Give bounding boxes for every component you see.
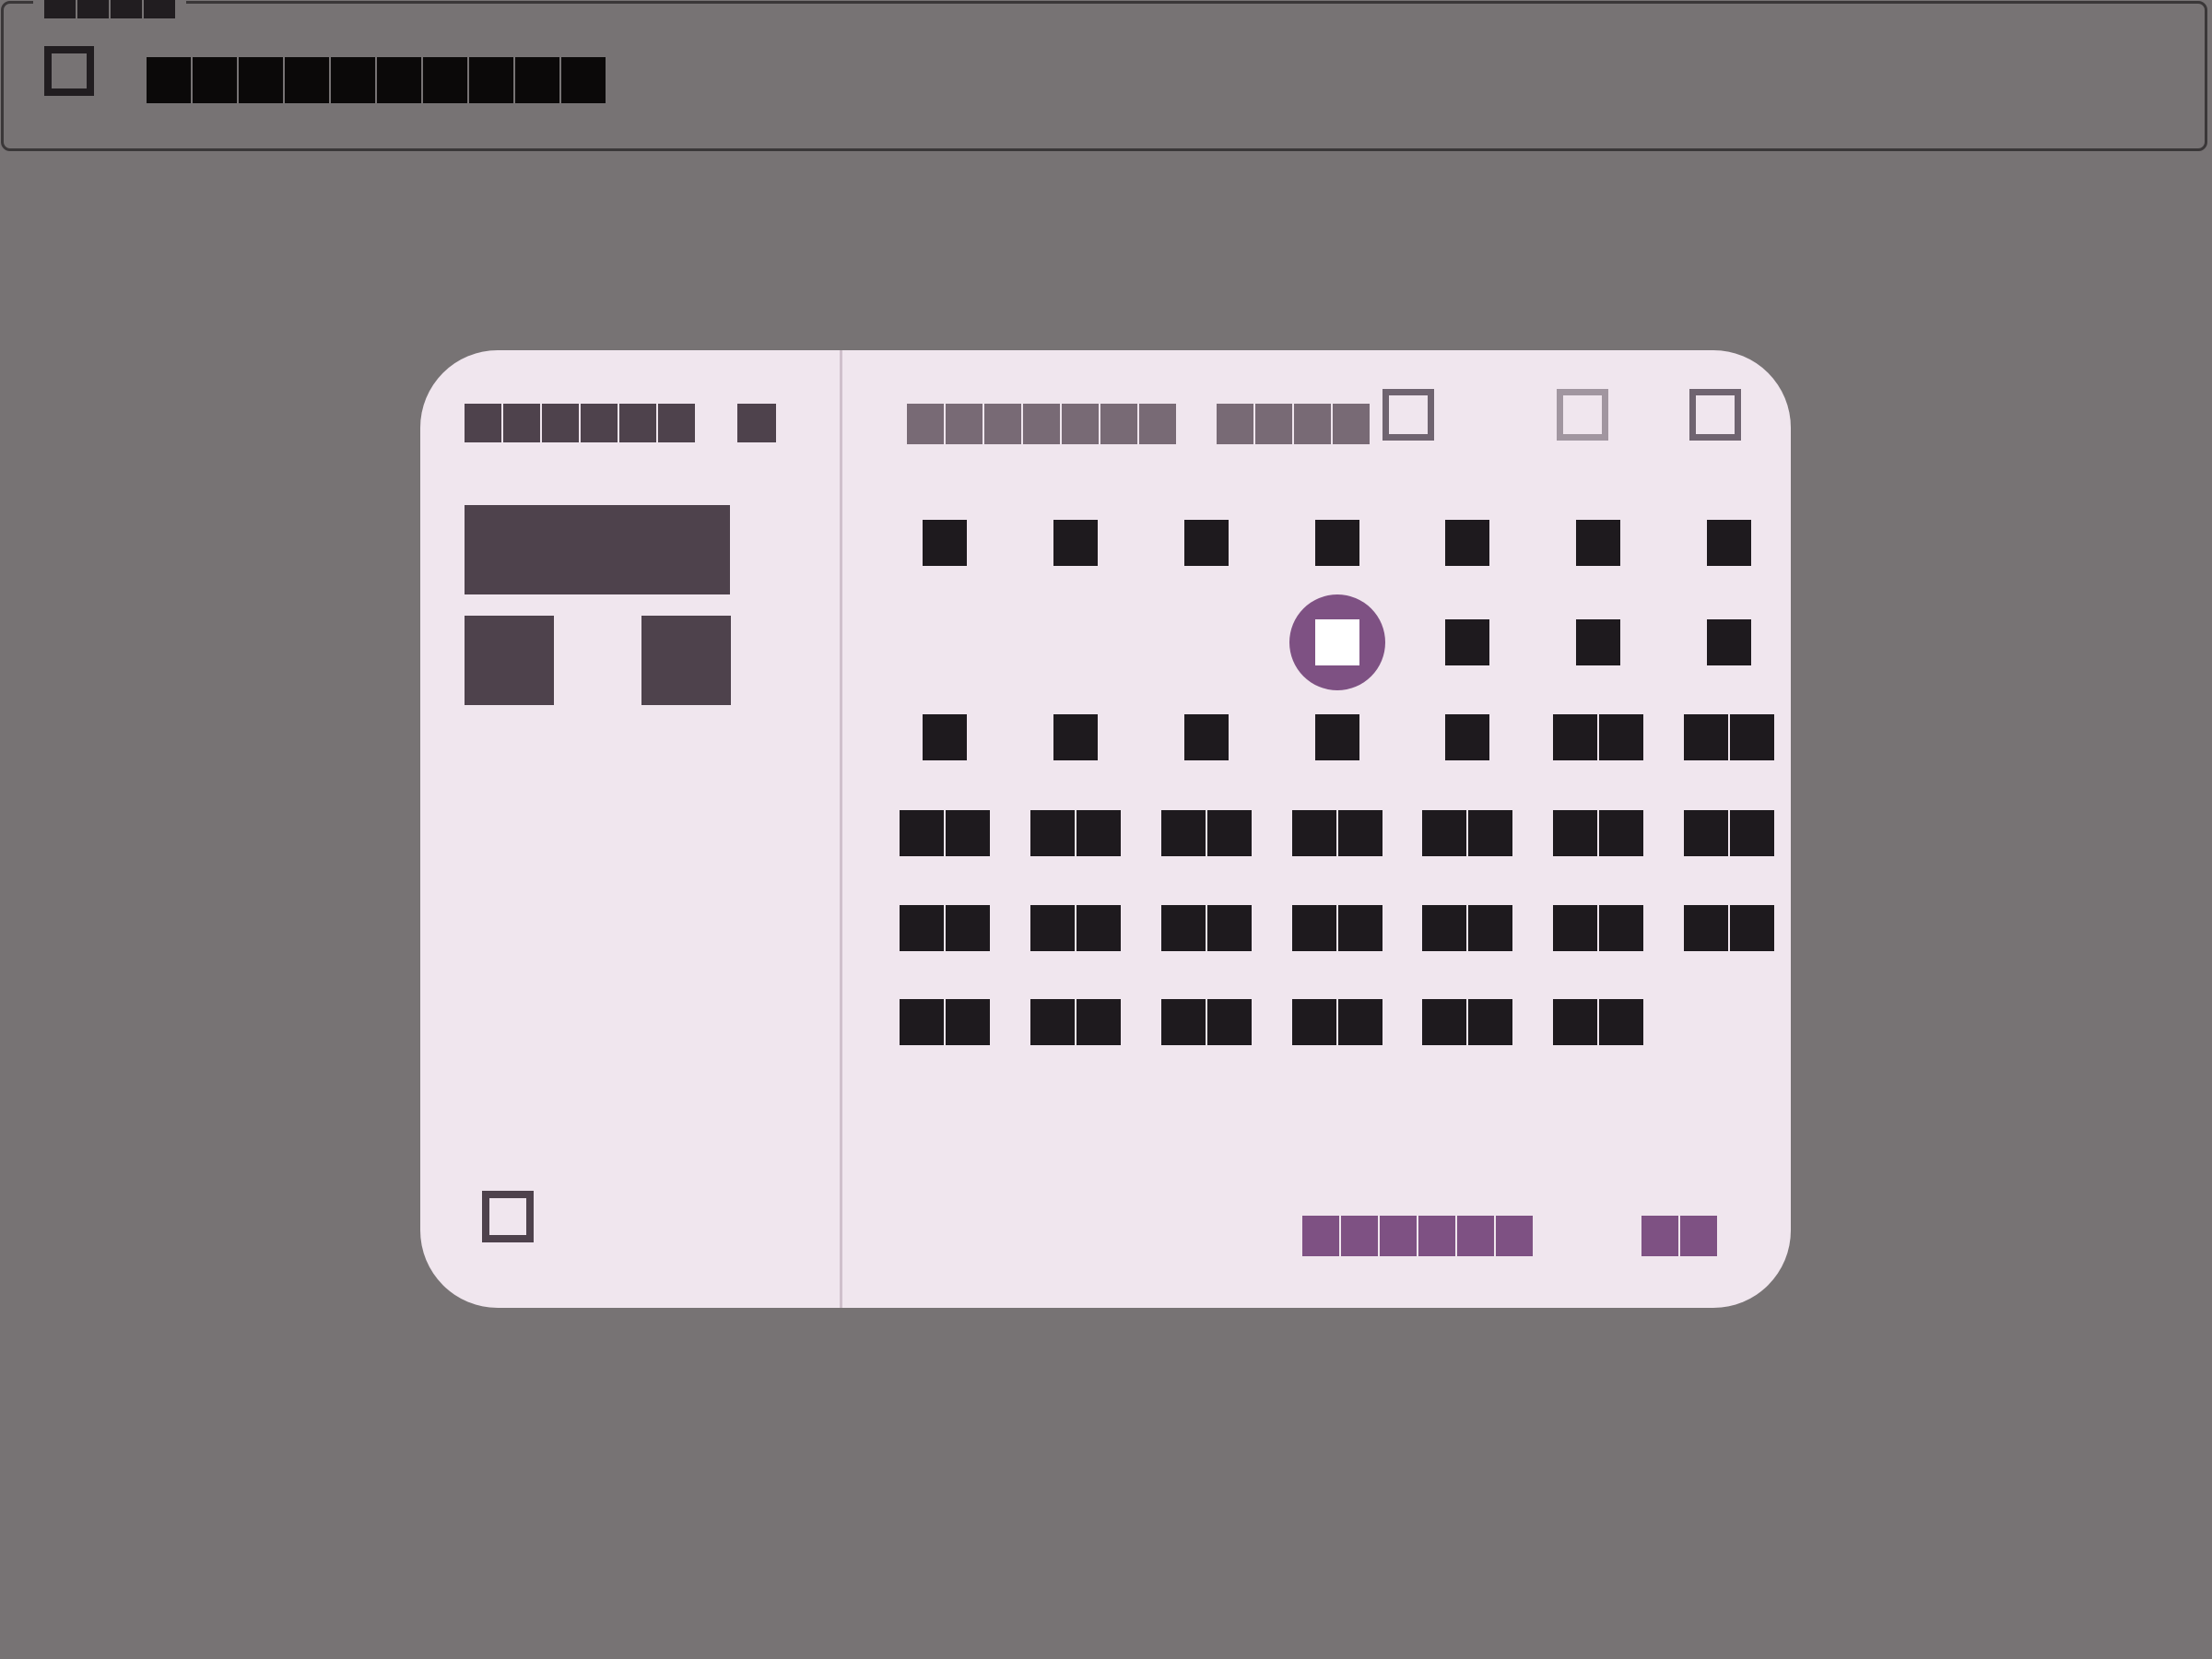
calendar-day[interactable]: ▯▯ [1684, 714, 1774, 760]
calendar-day[interactable]: ▯ [1445, 619, 1489, 665]
calendar-day[interactable]: ▯▯ [1422, 810, 1512, 856]
calendar-day[interactable]: ▯▯ [1422, 905, 1512, 951]
calendar-day[interactable]: ▯▯ [1684, 905, 1774, 951]
calendar-day[interactable]: ▯ [1315, 714, 1359, 760]
weekday-label: ▯ [1707, 520, 1751, 566]
chevron-left-icon[interactable] [1557, 389, 1608, 441]
chevron-right-icon[interactable] [1689, 389, 1741, 441]
calendar-day[interactable]: ▯ [1445, 714, 1489, 760]
date-picker-dialog: ▯▯▯▯▯▯ ▯ ▯▯▯▯▯▯▯ ▯▯▯▯ ▯▯▯▯▯▯ ▯▯ ▯▯▯▯▯▯▯▯… [420, 350, 1791, 1308]
ok-button[interactable]: ▯▯ [1641, 1216, 1717, 1256]
calendar-day[interactable]: ▯ [1707, 619, 1751, 665]
calendar-day[interactable]: ▯▯ [900, 999, 990, 1045]
calendar-day[interactable]: ▯▯ [1422, 999, 1512, 1045]
calendar-day[interactable]: ▯▯ [1684, 810, 1774, 856]
month-label[interactable]: ▯▯▯▯▯▯▯ [907, 404, 1176, 444]
weekday-label: ▯ [1445, 520, 1489, 566]
cancel-button[interactable]: ▯▯▯▯▯▯ [1302, 1216, 1533, 1256]
date-text-field[interactable]: ▯▯▯▯ ▯▯▯▯▯▯▯▯▯▯ [1, 0, 2207, 151]
calendar-day[interactable]: ▯ [1184, 714, 1229, 760]
weekday-label: ▯ [1053, 520, 1098, 566]
calendar-day-selected[interactable]: ▯ [1289, 594, 1385, 690]
date-field-legend: ▯▯▯▯ [33, 0, 186, 20]
calendar-day[interactable]: ▯ [1053, 714, 1098, 760]
calendar-day[interactable]: ▯ [1576, 619, 1620, 665]
selected-date-part-left [465, 616, 554, 705]
pane-divider [840, 350, 842, 1308]
weekday-label: ▯ [923, 520, 967, 566]
weekday-label: ▯ [1184, 520, 1229, 566]
calendar-day[interactable]: ▯▯ [1030, 999, 1121, 1045]
calendar-day[interactable]: ▯▯ [1161, 905, 1252, 951]
calendar-day[interactable]: ▯▯ [1030, 810, 1121, 856]
date-field-value-text: ▯▯▯▯▯▯▯▯▯▯ [147, 57, 606, 103]
calendar-day[interactable]: ▯▯ [1292, 810, 1382, 856]
calendar-day[interactable]: ▯▯ [900, 905, 990, 951]
calendar-day[interactable]: ▯▯ [1553, 714, 1643, 760]
calendar-day[interactable]: ▯▯ [1553, 810, 1643, 856]
date-field-value[interactable]: ▯▯▯▯▯▯▯▯▯▯ [147, 57, 606, 103]
calendar-icon[interactable] [44, 46, 94, 96]
calendar-day[interactable]: ▯▯ [1161, 810, 1252, 856]
calendar-day[interactable]: ▯▯ [1553, 999, 1643, 1045]
weekday-label: ▯ [1576, 520, 1620, 566]
selected-date-display [465, 505, 730, 594]
edit-pencil-icon[interactable] [482, 1191, 534, 1242]
calendar-day[interactable]: ▯▯ [1030, 905, 1121, 951]
weekday-label: ▯ [1315, 520, 1359, 566]
select-date-heading: ▯▯▯▯▯▯ [465, 404, 695, 442]
calendar-day[interactable]: ▯▯ [900, 810, 990, 856]
header-indicator: ▯ [737, 404, 776, 442]
calendar-day[interactable]: ▯ [923, 714, 967, 760]
selected-date-part-right [641, 616, 731, 705]
calendar-day[interactable]: ▯▯ [1161, 999, 1252, 1045]
dropdown-arrow-icon[interactable] [1382, 389, 1434, 441]
calendar-day[interactable]: ▯▯ [1292, 905, 1382, 951]
date-field-legend-text: ▯▯▯▯ [44, 0, 175, 18]
calendar-day[interactable]: ▯▯ [1292, 999, 1382, 1045]
calendar-day[interactable]: ▯▯ [1553, 905, 1643, 951]
year-label[interactable]: ▯▯▯▯ [1217, 404, 1370, 444]
